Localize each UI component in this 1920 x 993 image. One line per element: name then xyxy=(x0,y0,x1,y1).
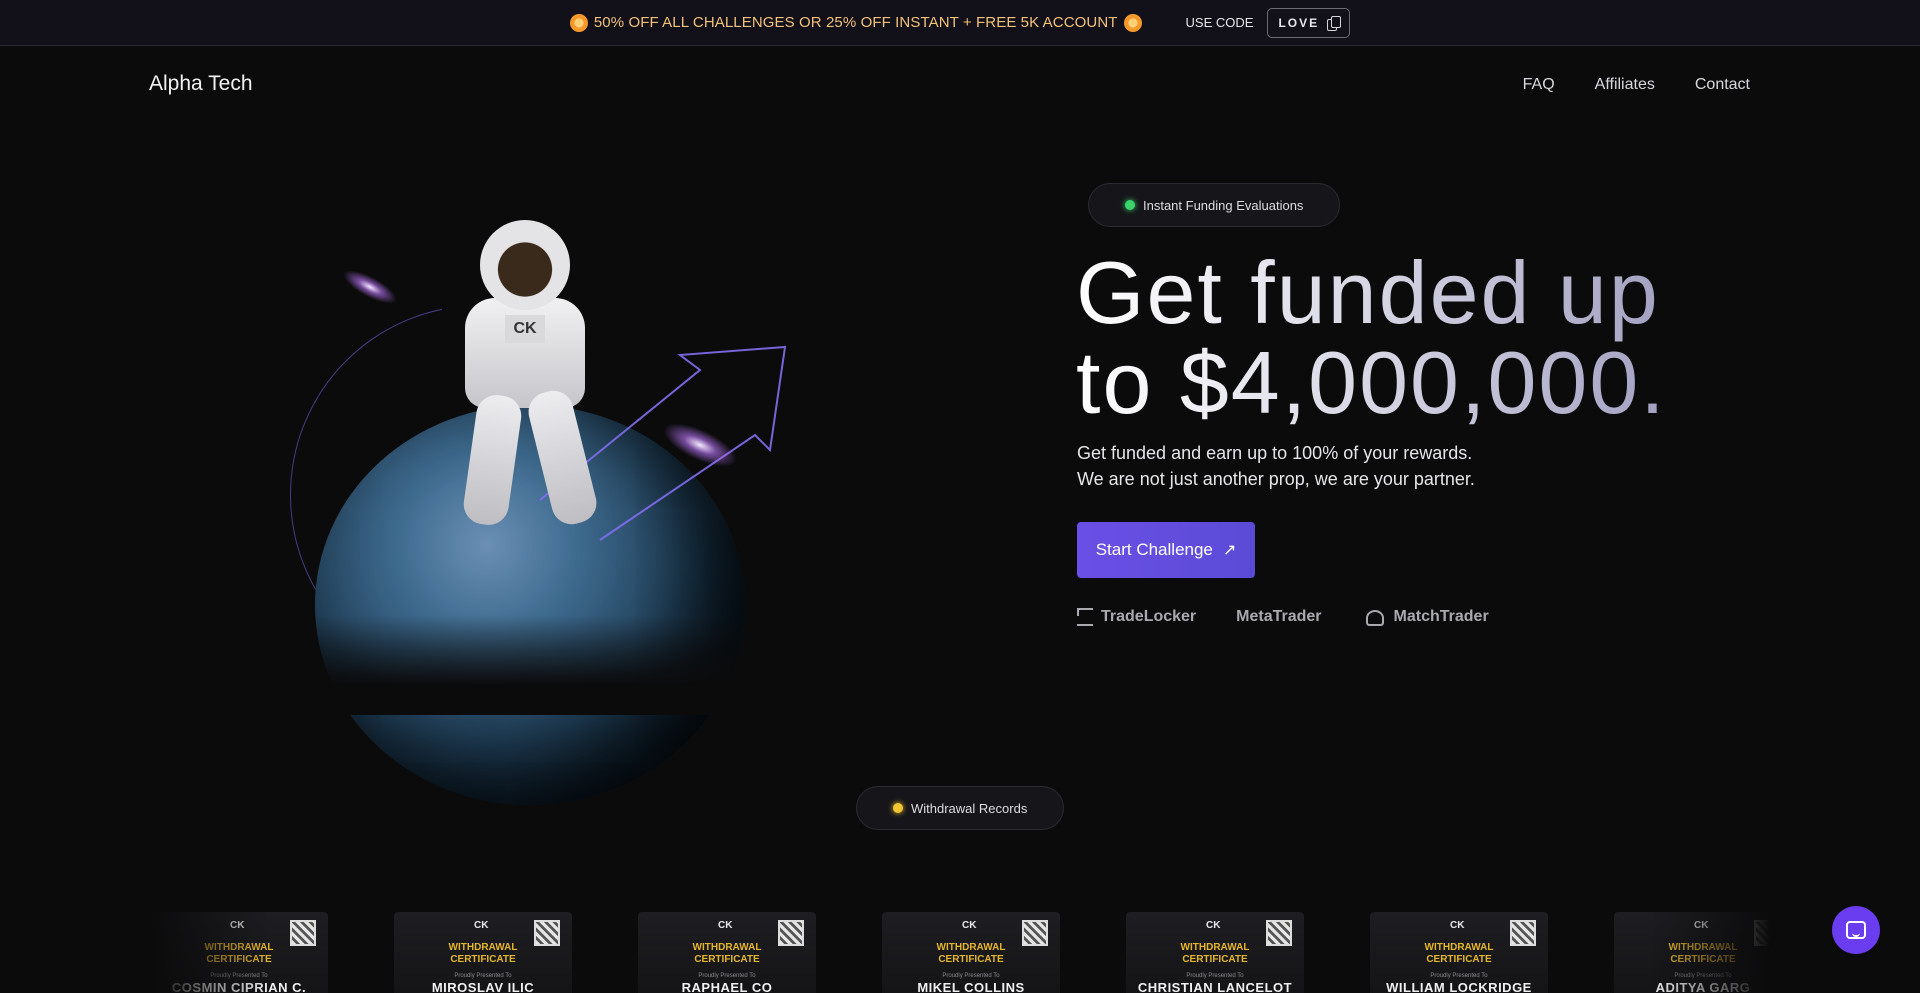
platform-tradelocker: TradeLocker xyxy=(1077,608,1196,626)
nav-links: FAQ Affiliates Contact xyxy=(1523,76,1750,94)
certificate-title-line: WITHDRAWAL xyxy=(1424,942,1494,953)
certificate-recipient: CHRISTIAN LANCELOT xyxy=(1137,980,1293,993)
matchtrader-icon xyxy=(1362,608,1386,626)
nav-link-contact[interactable]: Contact xyxy=(1695,76,1750,94)
certificate-logo: CK xyxy=(718,920,733,931)
sunflower-icon xyxy=(569,13,588,32)
certificate-title-line: CERTIFICATE xyxy=(1426,954,1492,965)
hero-subtext: Get funded and earn up to 100% of your r… xyxy=(1077,440,1475,492)
certificate-title-line: WITHDRAWAL xyxy=(692,942,762,953)
certificate-presented-to: Proudly Presented To xyxy=(454,973,512,979)
tradelocker-icon xyxy=(1077,608,1093,626)
certificate-logo: CK xyxy=(1206,920,1221,931)
certificate-title: WITHDRAWALCERTIFICATE xyxy=(1126,942,1304,966)
hero-headline: Get funded up to $4,000,000. xyxy=(1076,248,1776,428)
hero-badge-label: Instant Funding Evaluations xyxy=(1143,197,1304,213)
promo-banner: 50% OFF ALL CHALLENGES OR 25% OFF INSTAN… xyxy=(0,0,1920,46)
nav-link-faq[interactable]: FAQ xyxy=(1523,76,1555,94)
withdrawal-certificate-card: CK WITHDRAWALCERTIFICATE Proudly Presented… xyxy=(1370,912,1548,993)
platform-label: TradeLocker xyxy=(1101,608,1197,625)
illustration-fade xyxy=(260,615,820,715)
certificate-title-line: WITHDRAWAL xyxy=(448,942,518,953)
certificate-title-line: WITHDRAWAL xyxy=(936,942,1006,953)
withdrawal-certificate-card: CK WITHDRAWALCERTIFICATE Proudly Presented… xyxy=(882,912,1060,993)
suit-logo: CK xyxy=(505,315,545,343)
certificate-recipient: MIROSLAV ILIC xyxy=(431,980,535,993)
certificate-presented-to: Proudly Presented To xyxy=(942,973,1000,979)
certificate-title: WITHDRAWALCERTIFICATE xyxy=(394,942,572,966)
platform-matchtrader: MatchTrader xyxy=(1362,608,1489,626)
certificate-title-line: CERTIFICATE xyxy=(450,954,516,965)
withdrawal-records-label: Withdrawal Records xyxy=(911,800,1028,816)
certificate-title-line: CERTIFICATE xyxy=(694,954,760,965)
withdrawal-records-badge: Withdrawal Records xyxy=(856,786,1065,830)
subtext-line-1: Get funded and earn up to 100% of your r… xyxy=(1077,443,1473,463)
platform-label: MatchTrader xyxy=(1393,608,1489,625)
promo-text: 50% OFF ALL CHALLENGES OR 25% OFF INSTAN… xyxy=(593,14,1118,31)
carousel-fade-left xyxy=(150,880,270,993)
hero-badge: Instant Funding Evaluations xyxy=(1088,183,1341,227)
withdrawal-certificate-card: CK WITHDRAWALCERTIFICATE Proudly Presented… xyxy=(1126,912,1304,993)
hero-illustration: CK xyxy=(260,195,820,805)
copy-code-button[interactable]: LOVE xyxy=(1267,7,1351,38)
carousel-fade-right xyxy=(1650,880,1770,993)
arrow-up-right-icon: ↗ xyxy=(1222,542,1237,559)
certificate-title: WITHDRAWALCERTIFICATE xyxy=(1370,942,1548,966)
brand-logo[interactable]: Alpha Tech xyxy=(149,72,253,96)
top-nav: Alpha Tech FAQ Affiliates Contact xyxy=(0,46,1920,126)
certificate-title-line: CERTIFICATE xyxy=(938,954,1004,965)
chat-bubble-icon xyxy=(1846,921,1866,939)
astronaut-leg xyxy=(461,392,524,528)
astronaut-helmet xyxy=(480,220,570,310)
promo-code: LOVE xyxy=(1278,15,1320,30)
astronaut-figure: CK xyxy=(430,220,630,529)
platform-label: MetaTrader xyxy=(1236,608,1322,625)
certificate-recipient: RAPHAEL CO xyxy=(681,980,773,993)
certificate-logo: CK xyxy=(1450,920,1465,931)
withdrawal-certificate-card: CK WITHDRAWALCERTIFICATE Proudly Presented… xyxy=(638,912,816,993)
certificate-recipient: MIKEL COLLINS xyxy=(917,980,1025,993)
subtext-line-2: We are not just another prop, we are you… xyxy=(1077,469,1475,489)
promo-message: 50% OFF ALL CHALLENGES OR 25% OFF INSTAN… xyxy=(569,13,1142,32)
status-dot-icon xyxy=(1125,200,1135,210)
certificate-logo: CK xyxy=(474,920,489,931)
certificate-logo: CK xyxy=(962,920,977,931)
sunflower-icon xyxy=(1123,13,1142,32)
headline-line-1: Get funded up xyxy=(1076,243,1660,342)
start-challenge-label: Start Challenge xyxy=(1095,540,1213,559)
certificate-title-line: WITHDRAWAL xyxy=(1180,942,1250,953)
certificate-presented-to: Proudly Presented To xyxy=(698,973,756,979)
headline-line-2: to $4,000,000. xyxy=(1076,333,1667,432)
astronaut-leg xyxy=(524,386,601,529)
chat-button[interactable] xyxy=(1832,906,1880,954)
status-dot-icon xyxy=(893,803,903,813)
certificate-recipient: WILLIAM LOCKRIDGE xyxy=(1386,980,1532,993)
withdrawal-certificate-card: CK WITHDRAWALCERTIFICATE Proudly Presented… xyxy=(394,912,572,993)
certificate-title: WITHDRAWALCERTIFICATE xyxy=(638,942,816,966)
certificate-presented-to: Proudly Presented To xyxy=(1430,973,1488,979)
platform-metatrader: MetaTrader xyxy=(1236,608,1321,626)
use-code-label: USE CODE xyxy=(1185,15,1254,30)
platform-logos: TradeLocker MetaTrader MatchTrader xyxy=(1077,608,1489,626)
withdrawal-certificates-carousel: CKWITHDRAWALCERTIFICATEProudly Presented… xyxy=(150,912,1770,993)
certificate-title-line: CERTIFICATE xyxy=(1182,954,1248,965)
copy-icon xyxy=(1327,15,1342,31)
start-challenge-button[interactable]: Start Challenge ↗ xyxy=(1077,522,1255,578)
certificate-presented-to: Proudly Presented To xyxy=(1186,973,1244,979)
nav-link-affiliates[interactable]: Affiliates xyxy=(1595,76,1655,94)
certificate-title: WITHDRAWALCERTIFICATE xyxy=(882,942,1060,966)
